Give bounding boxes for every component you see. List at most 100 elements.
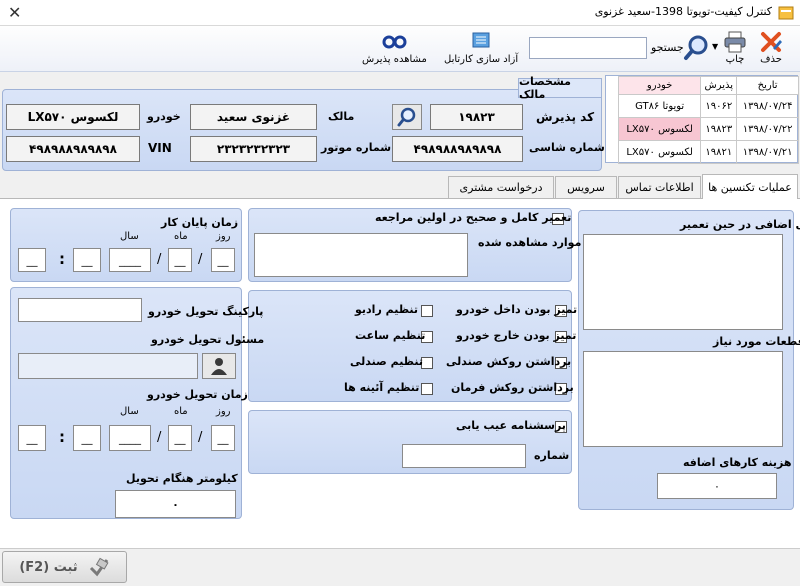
grid-cell[interactable]: ۱۳۹۸/۰۷/۲۱ [736, 140, 799, 164]
view-reception-button[interactable]: مشاهده پذیرش [362, 30, 427, 65]
search-input[interactable] [529, 37, 647, 59]
date-separator: / [198, 252, 203, 267]
year-label: سال [120, 406, 139, 417]
day-label: روز [216, 231, 231, 242]
extra-works-textarea[interactable] [583, 234, 783, 330]
delete-button[interactable]: حذف [758, 30, 784, 65]
grid-header-reception[interactable]: پذیرش [700, 76, 738, 95]
glasses-icon [382, 35, 407, 49]
parking-label: پارکینگ تحویل خودرو [148, 305, 264, 318]
release-cartable-label: آزاد سازی کارتابل [444, 54, 519, 65]
delete-icon [761, 32, 782, 52]
grid-cell[interactable]: لکسوس LX۵۷۰ [617, 117, 702, 141]
delivery-minute-input[interactable]: __ [73, 425, 101, 451]
delivery-resp-input[interactable] [18, 353, 198, 379]
owner-name-field: غزنوی سعید [190, 104, 317, 130]
grid-header-date[interactable]: تاریخ [736, 76, 799, 95]
clock-setting-label: تنظیم ساعت [355, 329, 426, 342]
month-label: ماه [174, 231, 188, 242]
print-label: چاپ [725, 54, 745, 65]
release-cartable-button[interactable]: آزاد سازی کارتابل [444, 30, 518, 65]
grid-cell[interactable]: ۱۹۸۲۳ [700, 117, 738, 141]
magnifier-icon [397, 107, 416, 127]
title-bar: کنترل کیفیت-تویوتا 1398-سعید غزنوی ✕ [0, 0, 800, 26]
end-month-input[interactable]: __ [168, 248, 192, 272]
search-label: جستجو [651, 41, 684, 54]
car-label: خودرو [147, 110, 181, 123]
grid-cell[interactable]: تویوتا GT۸۶ [617, 94, 702, 118]
delivery-time-label: زمان تحویل خودرو [147, 388, 248, 401]
cartable-icon [472, 32, 490, 48]
delivery-month-input[interactable]: __ [168, 425, 192, 451]
radio-setting-label: تنظیم رادیو [355, 303, 419, 316]
delivery-resp-label: مسئول تحویل خودرو [151, 333, 265, 346]
end-day-input[interactable]: __ [211, 248, 235, 272]
end-time-label: زمان پایان کار [161, 216, 239, 229]
end-hour-input[interactable]: __ [18, 248, 46, 272]
end-year-input[interactable]: ____ [109, 248, 151, 272]
view-reception-label: مشاهده پذیرش [362, 54, 427, 65]
date-separator: / [157, 430, 162, 445]
extra-cost-input[interactable]: ۰ [657, 473, 777, 499]
select-person-button[interactable] [202, 353, 236, 379]
time-separator: : [59, 250, 65, 268]
submit-button[interactable]: (F2) ثبت [2, 551, 127, 583]
radio-setting-checkbox[interactable] [421, 305, 433, 317]
search-button[interactable] [683, 34, 711, 65]
window-title: کنترل کیفیت-تویوتا 1398-سعید غزنوی [594, 5, 772, 18]
observed-label: موارد مشاهده شده [478, 236, 582, 249]
print-dropdown-icon[interactable]: ▼ [712, 42, 718, 51]
observed-textarea[interactable] [254, 233, 468, 277]
fault-form-label: پرسشنامه عیب یابی [456, 419, 566, 432]
interior-clean-label: تمیز بودن داخل خودرو [456, 303, 578, 316]
date-separator: / [198, 430, 203, 445]
table-row[interactable]: ۱۳۹۸/۰۷/۲۱ ۱۹۸۲۱ لکسوس LX۵۷۰ [617, 140, 799, 164]
printer-icon [724, 31, 746, 53]
grid-cell[interactable]: لکسوس LX۵۷۰ [617, 140, 702, 164]
tab-technician-ops[interactable]: عملیات تکنسین ها [702, 174, 798, 199]
delivery-year-input[interactable]: ____ [109, 425, 151, 451]
full-repair-label: تعمیر کامل و صحیح در اولین مراجعه [375, 211, 572, 224]
print-button[interactable]: چاپ [722, 30, 748, 65]
parking-input[interactable] [18, 298, 142, 322]
extra-works-label: کارهای اضافی در حین تعمیر [680, 218, 800, 231]
mirror-setting-checkbox[interactable] [421, 383, 433, 395]
table-row[interactable]: ۱۳۹۸/۰۷/۲۴ ۱۹۰۶۲ تویوتا GT۸۶ [617, 94, 799, 118]
reception-grid[interactable]: تاریخ پذیرش خودرو ۱۳۹۸/۰۷/۲۴ ۱۹۰۶۲ تویوت… [605, 75, 799, 164]
km-input[interactable]: ۰ [115, 490, 236, 518]
window-close-button[interactable]: ✕ [8, 3, 21, 22]
chassis-label: شماره شاسی [529, 141, 605, 154]
wheel-cover-label: برداشتن روکش فرمان [451, 381, 574, 394]
delivery-day-input[interactable]: __ [211, 425, 235, 451]
parts-label: قطعات مورد نیاز [713, 335, 800, 348]
vin-field: ۴۹۸۹۸۸۹۸۹۸۹۸ [6, 136, 140, 162]
vin-label: VIN [148, 141, 172, 155]
reception-search-button[interactable] [392, 104, 422, 130]
grid-cell[interactable]: ۱۹۸۲۱ [700, 140, 738, 164]
seat-setting-label: تنظیم صندلی [350, 355, 424, 368]
chassis-field: ۴۹۸۹۸۸۹۸۹۸۹۸ [392, 136, 523, 162]
end-minute-input[interactable]: __ [73, 248, 101, 272]
month-label: ماه [174, 406, 188, 417]
owner-label: مالک [328, 110, 355, 123]
delivery-hour-input[interactable]: __ [18, 425, 46, 451]
reception-code-field: ۱۹۸۲۳ [430, 104, 523, 130]
tab-contact-info[interactable]: اطلاعات تماس [618, 176, 701, 198]
grid-cell[interactable]: ۱۹۰۶۲ [700, 94, 738, 118]
grid-header-car[interactable]: خودرو [617, 76, 702, 95]
extra-cost-label: هزینه کارهای اضافه [683, 456, 792, 469]
delete-label: حذف [760, 54, 782, 65]
km-label: کیلومتر هنگام تحویل [126, 472, 238, 485]
table-row[interactable]: ۱۳۹۸/۰۷/۲۲ ۱۹۸۲۳ لکسوس LX۵۷۰ [617, 117, 799, 141]
grid-cell[interactable]: ۱۳۹۸/۰۷/۲۲ [736, 117, 799, 141]
car-field: LX۵۷۰ لکسوس [6, 104, 140, 130]
parts-textarea[interactable] [583, 351, 783, 447]
tab-service[interactable]: سرویس [555, 176, 617, 198]
owner-section-title: مشخصات مالک [518, 75, 602, 101]
tab-customer-request[interactable]: درخواست مشتری [448, 176, 554, 198]
fault-number-input[interactable] [402, 444, 526, 468]
search-icon [684, 35, 708, 60]
reception-code-label: کد پذیرش [536, 110, 595, 124]
exterior-clean-label: تمیز بودن خارج خودرو [456, 329, 577, 342]
grid-cell[interactable]: ۱۳۹۸/۰۷/۲۴ [736, 94, 799, 118]
